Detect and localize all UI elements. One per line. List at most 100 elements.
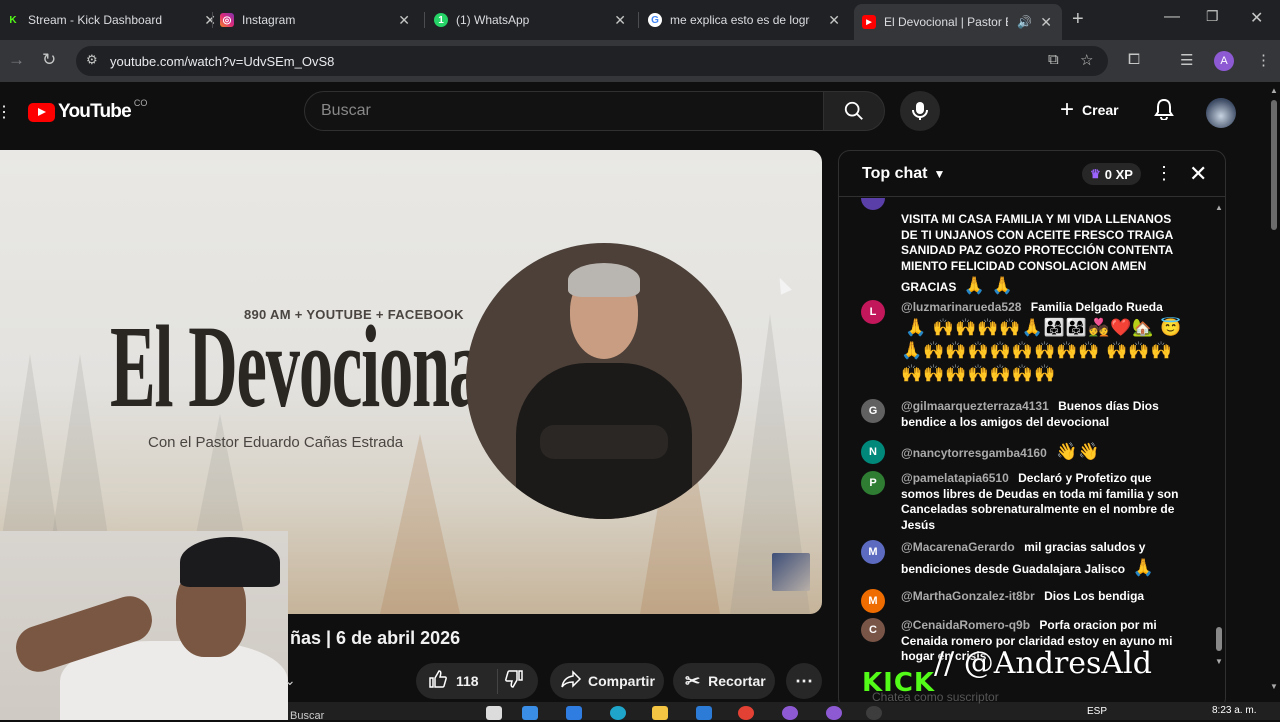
page-scroll-thumb[interactable] bbox=[1271, 100, 1277, 230]
share-button[interactable]: Compartir bbox=[550, 663, 664, 699]
vscode-icon[interactable] bbox=[696, 706, 712, 720]
scroll-up-arrow-icon[interactable]: ▲ bbox=[1270, 86, 1278, 95]
tab-google-search[interactable]: G me explica esto es de logro ✕ bbox=[648, 6, 840, 34]
clip-button[interactable]: ✂ Recortar bbox=[673, 663, 775, 699]
chat-avatar[interactable]: C bbox=[861, 618, 885, 642]
chat-author[interactable]: @pamelatapia6510 bbox=[901, 471, 1009, 485]
bookmark-star-icon[interactable]: ☆ bbox=[1080, 51, 1093, 69]
chat-avatar[interactable]: G bbox=[861, 399, 885, 423]
chat-mode-dropdown[interactable]: Top chat ▼ bbox=[862, 165, 945, 183]
restore-icon[interactable]: ❐ bbox=[1206, 8, 1219, 25]
tab-divider bbox=[424, 12, 425, 28]
xp-badge[interactable]: ♛ 0 XP bbox=[1082, 163, 1141, 185]
install-app-icon[interactable]: ⧉ bbox=[1048, 51, 1059, 68]
chat-scrollbar[interactable]: ▲ ▼ bbox=[1215, 203, 1223, 666]
chat-avatar[interactable]: N bbox=[861, 440, 885, 464]
youtube-favicon-icon: ▶ bbox=[862, 15, 876, 29]
media-control-icon[interactable]: ☰ bbox=[1180, 51, 1193, 69]
chat-author[interactable]: @luzmarinarueda528 bbox=[901, 300, 1021, 314]
webcam-overlay bbox=[0, 531, 288, 720]
new-tab-button[interactable]: + bbox=[1072, 8, 1084, 31]
chat-options-icon[interactable]: ⋮ bbox=[1155, 163, 1173, 184]
voice-search-button[interactable] bbox=[900, 91, 940, 131]
instagram-favicon-icon: ◎ bbox=[220, 13, 234, 27]
speaker-icon[interactable]: 🔊 bbox=[1017, 15, 1032, 29]
chrome-profile-icon[interactable] bbox=[826, 706, 842, 720]
create-button[interactable]: + Crear bbox=[1060, 98, 1119, 122]
like-button[interactable]: 118 bbox=[416, 668, 498, 694]
site-settings-icon[interactable]: ⚙ bbox=[86, 52, 98, 68]
live-chat-panel: Top chat ▼ ♛ 0 XP ⋮ ✕ VISITA MI CASA FAM… bbox=[838, 150, 1226, 710]
browser-profile-avatar[interactable]: A bbox=[1214, 51, 1234, 71]
page-scrollbar[interactable]: ▲ ▼ bbox=[1268, 82, 1280, 702]
close-tab-icon[interactable]: ✕ bbox=[1040, 14, 1052, 31]
chat-author[interactable]: @nancytorresgamba4160 bbox=[901, 446, 1047, 460]
chat-scroll-thumb[interactable] bbox=[1216, 627, 1222, 651]
close-tab-icon[interactable]: ✕ bbox=[204, 12, 216, 29]
chrome-profile-icon[interactable] bbox=[782, 706, 798, 720]
youtube-logo-text: YouTube bbox=[58, 101, 132, 122]
copilot-icon[interactable] bbox=[522, 706, 538, 720]
chat-avatar[interactable]: P bbox=[861, 471, 885, 495]
chat-message: M @MacarenaGerardo mil gracias saludos y… bbox=[861, 540, 1191, 579]
chrome-icon[interactable] bbox=[738, 706, 754, 720]
chat-avatar[interactable]: M bbox=[861, 589, 885, 613]
pastor-portrait bbox=[466, 243, 742, 519]
hamburger-menu-icon[interactable]: ⋮ bbox=[0, 102, 12, 122]
window-close-icon[interactable]: ✕ bbox=[1250, 8, 1263, 28]
scroll-up-arrow-icon[interactable]: ▲ bbox=[1215, 203, 1223, 212]
chat-message-text: VISITA MI CASA FAMILIA Y MI VIDA LLENANO… bbox=[901, 212, 1173, 294]
minimize-icon[interactable]: — bbox=[1164, 8, 1180, 26]
taskbar-clock[interactable]: 8:23 a. m. bbox=[1212, 705, 1256, 716]
tab-divider bbox=[638, 12, 639, 28]
taskbar-search[interactable]: Buscar bbox=[290, 710, 324, 722]
browser-tab-bar: K Stream - Kick Dashboard ✕ ◎ Instagram … bbox=[0, 0, 1280, 40]
chat-author[interactable]: @CenaidaRomero-q9b bbox=[901, 618, 1030, 632]
chat-author[interactable]: @MarthaGonzalez-it8br bbox=[901, 589, 1035, 603]
chat-message: G @gilmaarquezterraza4131 Buenos días Di… bbox=[861, 399, 1191, 430]
clip-label: Recortar bbox=[708, 673, 766, 689]
chat-avatar[interactable]: L bbox=[861, 300, 885, 324]
reload-icon[interactable]: ↻ bbox=[42, 50, 56, 70]
search-input[interactable]: Buscar bbox=[304, 91, 824, 131]
chat-message: M @MarthaGonzalez-it8br Dios Los bendiga bbox=[861, 589, 1191, 613]
browser-menu-icon[interactable]: ⋮ bbox=[1256, 51, 1271, 69]
chat-message-emoji: 🙏 🙌🙌🙌🙌🙏👨‍👩‍👧👨‍👩‍👧💑❤️🏡 😇🙏🙌🙌🙌🙌🙌🙌🙌🙌 🙌🙌🙌🙌🙌🙌🙌… bbox=[901, 317, 1183, 383]
task-view-icon[interactable] bbox=[486, 706, 502, 720]
address-bar[interactable]: ⚙ youtube.com/watch?v=UdvSEm_OvS8 bbox=[76, 46, 1108, 76]
language-indicator[interactable]: ESP bbox=[1087, 706, 1107, 717]
tab-whatsapp[interactable]: 1 (1) WhatsApp ✕ bbox=[434, 6, 626, 34]
thumbs-up-icon bbox=[428, 669, 448, 694]
tab-youtube-active[interactable]: ▶ El Devocional | Pastor Ed 🔊 ✕ bbox=[854, 4, 1062, 40]
more-actions-button[interactable]: ⋯ bbox=[786, 663, 822, 699]
chat-author[interactable]: @MacarenaGerardo bbox=[901, 540, 1015, 554]
obs-icon[interactable] bbox=[866, 706, 882, 720]
streamer-handle-overlay: // @AndresAld bbox=[934, 646, 1152, 681]
forward-arrow-icon[interactable]: → bbox=[8, 50, 25, 70]
chat-avatar[interactable]: M bbox=[861, 540, 885, 564]
like-count: 118 bbox=[456, 673, 479, 689]
close-tab-icon[interactable]: ✕ bbox=[828, 12, 840, 29]
channel-watermark-thumbnail[interactable] bbox=[772, 553, 810, 591]
tab-kick-dashboard[interactable]: K Stream - Kick Dashboard ✕ bbox=[6, 6, 216, 34]
dislike-button[interactable] bbox=[498, 669, 524, 694]
store-icon[interactable] bbox=[566, 706, 582, 720]
youtube-logo[interactable]: YouTube CO bbox=[28, 98, 147, 123]
chat-author[interactable]: @gilmaarquezterraza4131 bbox=[901, 399, 1049, 413]
file-explorer-icon[interactable] bbox=[652, 706, 668, 720]
user-avatar[interactable] bbox=[1206, 98, 1236, 128]
extensions-icon[interactable]: ⧠ bbox=[1128, 51, 1140, 68]
search-button[interactable] bbox=[823, 91, 885, 131]
scroll-down-arrow-icon[interactable]: ▼ bbox=[1270, 682, 1278, 691]
search-placeholder: Buscar bbox=[321, 102, 371, 119]
edge-icon[interactable] bbox=[610, 706, 626, 720]
chat-messages-list: VISITA MI CASA FAMILIA Y MI VIDA LLENANO… bbox=[839, 198, 1217, 709]
close-tab-icon[interactable]: ✕ bbox=[398, 12, 410, 29]
chat-message-emoji: 🙏 🙏 bbox=[963, 276, 1014, 295]
scroll-down-arrow-icon[interactable]: ▼ bbox=[1215, 657, 1223, 666]
notifications-bell-icon[interactable] bbox=[1154, 98, 1174, 126]
close-chat-icon[interactable]: ✕ bbox=[1189, 161, 1207, 187]
close-tab-icon[interactable]: ✕ bbox=[614, 12, 626, 29]
chevron-down-icon[interactable]: ⌄ bbox=[284, 672, 296, 689]
tab-instagram[interactable]: ◎ Instagram ✕ bbox=[220, 6, 410, 34]
